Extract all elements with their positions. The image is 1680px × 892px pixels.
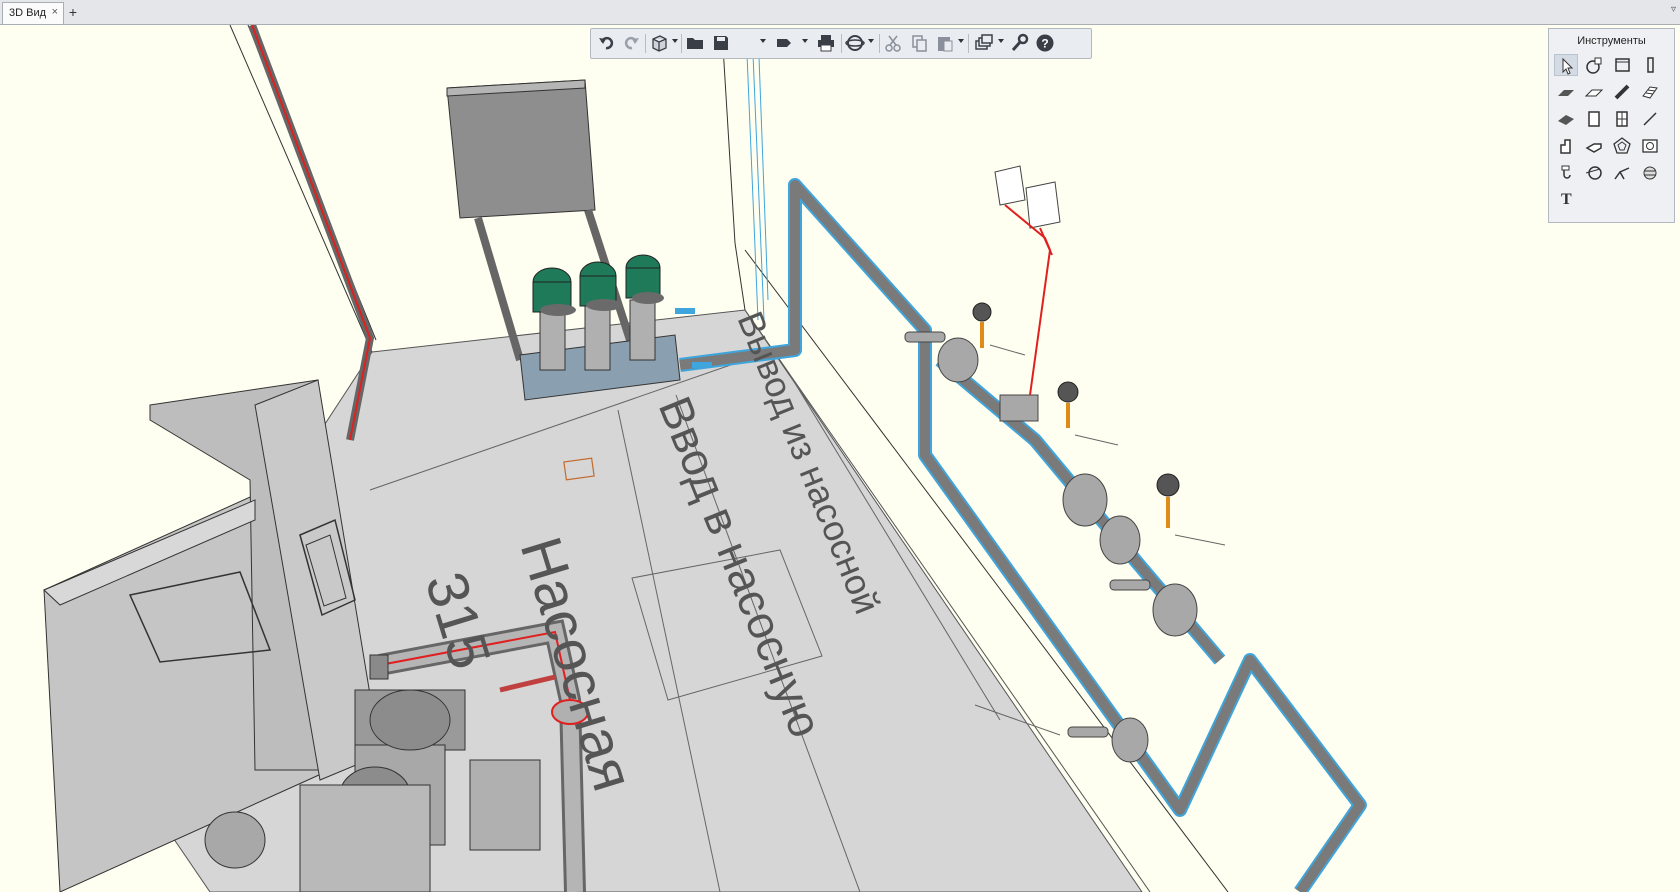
tools-panel: Инструменты T: [1548, 28, 1675, 223]
pipe-tool-icon[interactable]: [1554, 162, 1578, 184]
hatch-tool-icon[interactable]: [1638, 162, 1662, 184]
select-tool-icon[interactable]: [1554, 54, 1578, 76]
paste-icon[interactable]: [935, 33, 955, 53]
layers-icon[interactable]: [974, 33, 994, 53]
snap-tool-icon[interactable]: [1582, 54, 1606, 76]
text-tool-icon[interactable]: T: [1561, 191, 1572, 209]
3d-viewport[interactable]: Вывод из насосной Ввод в насосную Насосн…: [0, 25, 1680, 892]
close-icon[interactable]: ×: [52, 6, 58, 18]
sensor-boxes: [994, 165, 1061, 396]
add-tab-button[interactable]: +: [64, 3, 82, 21]
print-icon[interactable]: [816, 33, 836, 53]
door-tool-icon[interactable]: [1582, 108, 1606, 130]
export-icon[interactable]: [774, 33, 794, 53]
undo-icon[interactable]: [597, 33, 617, 53]
stairs-tool-icon[interactable]: [1638, 81, 1662, 103]
equipment-tool-icon[interactable]: [1554, 135, 1578, 157]
copy-icon[interactable]: [909, 33, 929, 53]
main-toolbar: ?: [590, 28, 1092, 59]
view-cube-icon[interactable]: [649, 33, 669, 53]
box-tool-icon[interactable]: [1610, 54, 1634, 76]
polyline-tool-icon[interactable]: [1610, 162, 1634, 184]
measure-tool-icon[interactable]: [1582, 162, 1606, 184]
cut-icon[interactable]: [883, 33, 903, 53]
solid-tool-icon[interactable]: [1610, 135, 1634, 157]
orbit-icon[interactable]: [845, 33, 865, 53]
tab-bar: 3D Вид × + ▿: [0, 0, 1680, 25]
window-tool-icon[interactable]: [1610, 108, 1634, 130]
tools-panel-title: Инструменты: [1577, 35, 1646, 47]
tab-label: 3D Вид: [9, 7, 47, 19]
line-tool-icon[interactable]: [1638, 108, 1662, 130]
roof-tool-icon[interactable]: [1554, 108, 1578, 130]
help-icon[interactable]: ?: [1035, 33, 1055, 53]
orbit-dropdown-icon[interactable]: [868, 39, 874, 43]
redo-icon[interactable]: [621, 33, 641, 53]
svg-text:?: ?: [1041, 37, 1048, 51]
camera-tool-icon[interactable]: [1638, 135, 1662, 157]
slab-tool-icon[interactable]: [1554, 81, 1578, 103]
settings-wrench-icon[interactable]: [1009, 33, 1029, 53]
column-tool-icon[interactable]: [1638, 54, 1662, 76]
paste-dropdown-icon[interactable]: [958, 39, 964, 43]
save-icon[interactable]: [711, 33, 731, 53]
fitting-tool-icon[interactable]: [1582, 135, 1606, 157]
red-pipe-vertical: [248, 25, 375, 441]
tab-3d-view[interactable]: 3D Вид ×: [2, 2, 64, 24]
floor-tool-icon[interactable]: [1582, 81, 1606, 103]
save-dropdown-icon[interactable]: [760, 39, 766, 43]
beam-tool-icon[interactable]: [1610, 81, 1634, 103]
open-folder-icon[interactable]: [685, 33, 705, 53]
layers-dropdown-icon[interactable]: [998, 39, 1004, 43]
scene-canvas[interactable]: Вывод из насосной Ввод в насосную Насосн…: [0, 25, 1680, 892]
view-cube-dropdown-icon[interactable]: [672, 39, 678, 43]
tab-menu-icon[interactable]: ▿: [1671, 4, 1676, 15]
export-dropdown-icon[interactable]: [802, 39, 808, 43]
